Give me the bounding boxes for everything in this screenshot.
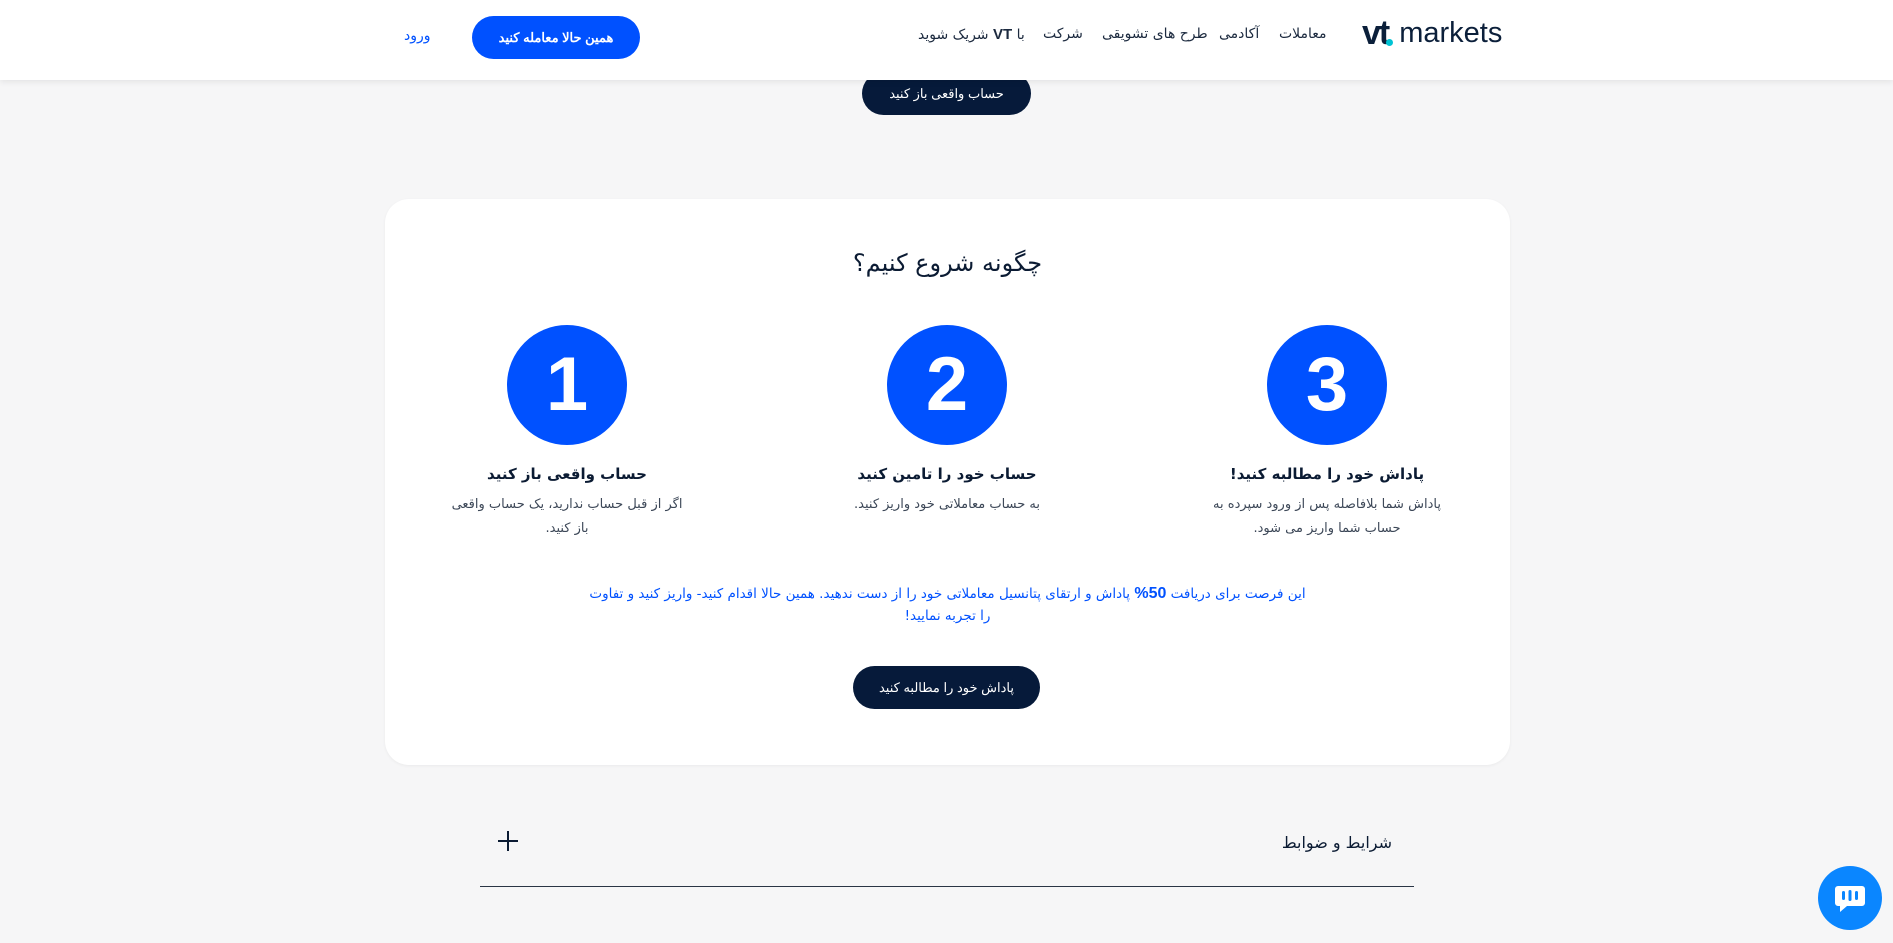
nav-item-trading[interactable]: معاملات	[1279, 26, 1327, 42]
card-title: چگونه شروع کنیم؟	[852, 249, 1043, 277]
chat-glyph	[1835, 886, 1865, 912]
promo-before: این فرصت برای دریافت	[1170, 586, 1306, 602]
step-3: 3 پاداش خود را مطالبه کنید! پاداش شما بل…	[1197, 325, 1457, 541]
step-title: حساب واقعی باز کنید	[487, 465, 647, 483]
partner-suffix: شریک شوید	[918, 27, 989, 43]
nav-item-partner[interactable]: با VT شریک شوید	[918, 26, 1025, 43]
nav-item-company[interactable]: شرکت	[1043, 26, 1083, 42]
step-description: پاداش شما بلافاصله پس از ورود سپرده به ح…	[1213, 497, 1441, 536]
step-description: اگر از قبل حساب ندارید، یک حساب واقعی با…	[451, 497, 683, 536]
promo-text: این فرصت برای دریافت 50% پاداش و ارتقای …	[585, 583, 1310, 627]
step-title: حساب خود را تامین کنید	[857, 465, 1037, 483]
login-link[interactable]: ورود	[404, 28, 431, 44]
site-header: vt markets معاملات آکادمی طرح های تشویقی…	[0, 0, 1893, 80]
nav-item-academy[interactable]: آکادمی	[1219, 26, 1259, 42]
step-description: به حساب معاملاتی خود واریز کنید.	[854, 497, 1040, 512]
step-title: پاداش خود را مطالبه کنید!	[1229, 465, 1425, 483]
step-2: 2 حساب خود را تامین کنید به حساب معاملات…	[817, 325, 1077, 517]
partner-brand: VT	[993, 26, 1013, 43]
partner-prefix: با	[1016, 27, 1025, 43]
step-number-circle: 2	[887, 325, 1007, 445]
step-number-circle: 1	[507, 325, 627, 445]
step-1: 1 حساب واقعی باز کنید اگر از قبل حساب ند…	[437, 325, 697, 541]
terms-label: شرایط و ضوابط	[1281, 833, 1392, 852]
main-nav: معاملات آکادمی طرح های تشویقی شرکت با VT…	[0, 26, 1893, 48]
how-to-start-card: چگونه شروع کنیم؟ 1 حساب واقعی باز کنید ا…	[385, 199, 1510, 765]
plus-icon[interactable]	[498, 831, 518, 851]
chat-bubble-icon[interactable]	[1818, 866, 1882, 930]
claim-reward-button[interactable]: پاداش خود را مطالبه کنید	[853, 666, 1040, 709]
nav-item-promotions[interactable]: طرح های تشویقی	[1102, 26, 1208, 42]
step-number-circle: 3	[1267, 325, 1387, 445]
trade-now-button[interactable]: همین حالا معامله کنید	[472, 16, 640, 59]
promo-after: پاداش و ارتقای پتانسیل معاملاتی خود را ا…	[589, 586, 1131, 624]
terms-accordion[interactable]: شرایط و ضوابط	[480, 817, 1414, 887]
promo-percent: 50%	[1134, 585, 1167, 602]
